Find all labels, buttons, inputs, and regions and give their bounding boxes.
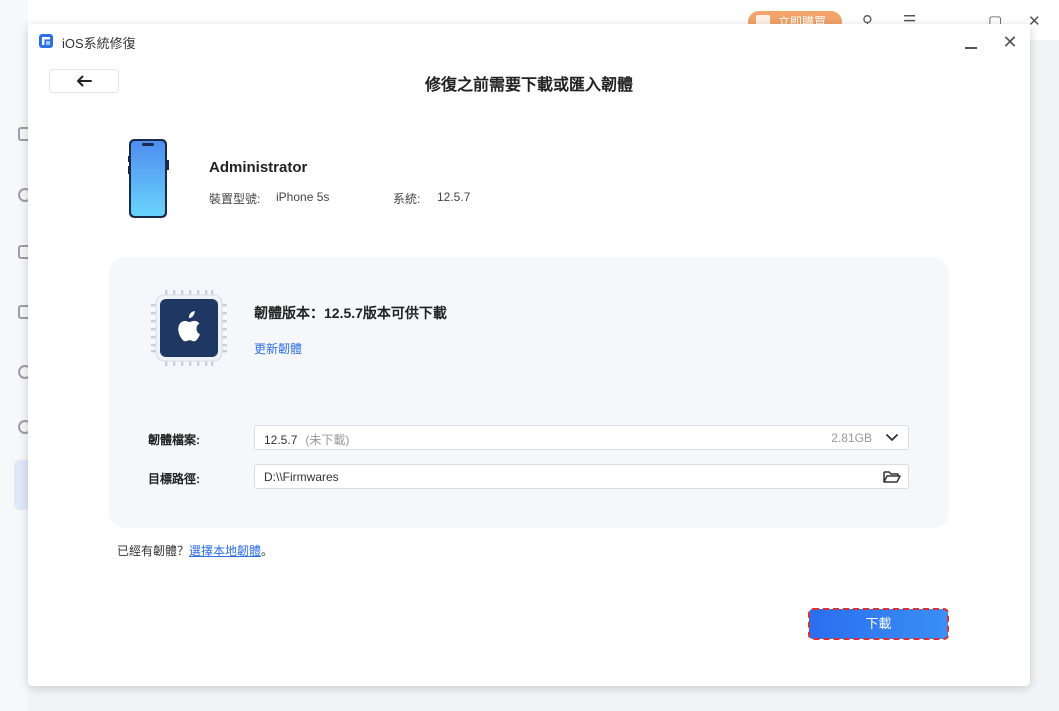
firmware-file-label: 韌體檔案: bbox=[148, 433, 200, 447]
app-logo-icon bbox=[39, 34, 53, 48]
chevron-down-icon bbox=[886, 434, 898, 441]
background-sidebar bbox=[0, 0, 32, 711]
close-button[interactable]: ✕ bbox=[1000, 32, 1020, 52]
firmware-file-status: (未下載) bbox=[305, 433, 350, 447]
ios-repair-window: iOS系統修復 ✕ 修復之前需要下載或匯入韌體 Administrator 裝置… bbox=[28, 24, 1030, 686]
close-icon: ✕ bbox=[1002, 32, 1018, 52]
firmware-version-text: 韌體版本：12.5.7版本可供下載 bbox=[254, 305, 447, 321]
title-bar: iOS系統修復 ✕ bbox=[28, 24, 1030, 60]
device-system-label: 系統: bbox=[393, 192, 421, 206]
minimize-button[interactable] bbox=[961, 32, 981, 52]
download-button[interactable]: 下載 bbox=[808, 608, 949, 640]
firmware-file-select[interactable]: 12.5.7 (未下載) 2.81GB bbox=[254, 425, 909, 450]
device-name: Administrator bbox=[209, 159, 308, 176]
folder-open-icon[interactable] bbox=[882, 468, 902, 486]
iphone-device-icon bbox=[128, 139, 169, 218]
apple-chip-icon bbox=[151, 290, 227, 366]
target-path-value: D:\\Firmwares bbox=[264, 470, 339, 484]
already-have-firmware: 已經有韌體？選擇本地韌體。 bbox=[117, 542, 273, 559]
page-title: 修復之前需要下載或匯入韌體 bbox=[424, 77, 633, 94]
app-title: iOS系統修復 bbox=[62, 36, 136, 51]
update-firmware-link[interactable]: 更新韌體 bbox=[254, 340, 302, 357]
already-have-text: 已經有韌體？ bbox=[117, 544, 190, 558]
target-path-input[interactable]: D:\\Firmwares bbox=[254, 464, 909, 489]
device-model-label: 裝置型號: bbox=[209, 192, 261, 206]
device-model-value: iPhone 5s bbox=[276, 190, 330, 204]
firmware-file-size: 2.81GB bbox=[831, 431, 872, 445]
firmware-file-value-wrap: 12.5.7 (未下載) bbox=[264, 431, 349, 448]
device-system-value: 12.5.7 bbox=[437, 190, 471, 204]
firmware-file-value: 12.5.7 bbox=[264, 433, 298, 447]
firmware-card: 韌體版本：12.5.7版本可供下載 更新韌體 韌體檔案: 12.5.7 (未下載)… bbox=[109, 257, 949, 528]
target-path-label: 目標路徑: bbox=[148, 472, 200, 486]
already-period: 。 bbox=[261, 544, 274, 558]
select-local-firmware-link[interactable]: 選擇本地韌體 bbox=[189, 544, 261, 558]
